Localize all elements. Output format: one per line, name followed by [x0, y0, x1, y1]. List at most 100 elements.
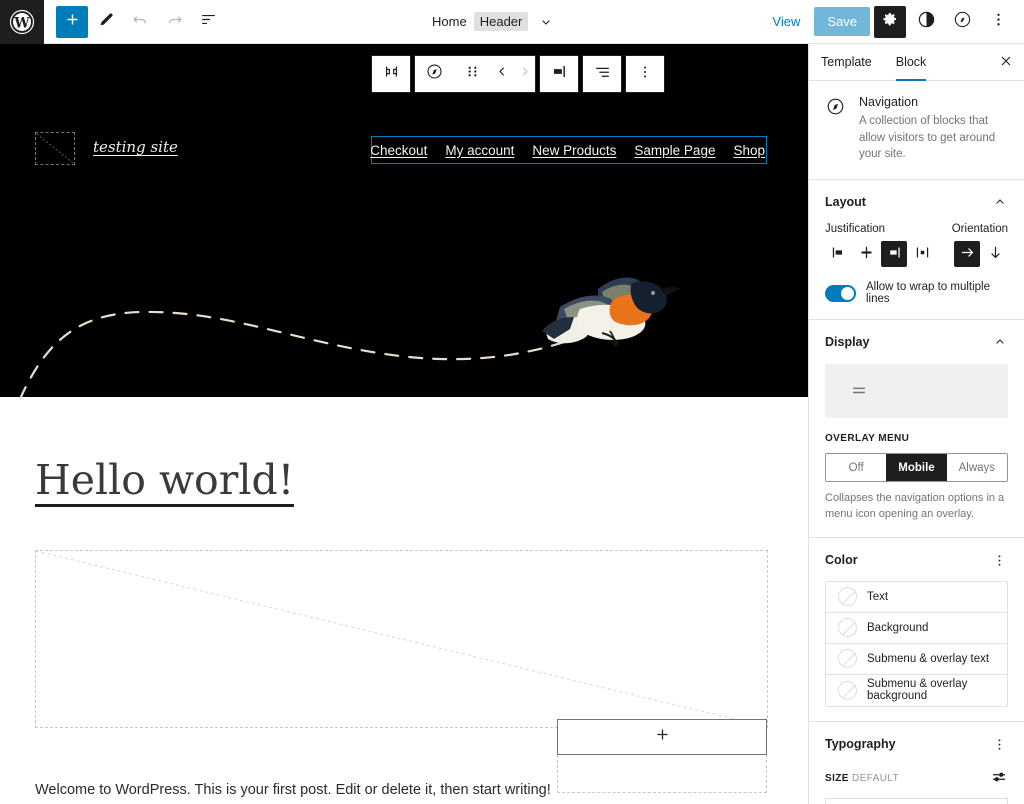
navigation-compass-icon [825, 95, 849, 163]
drag-handle-dots-icon [465, 64, 480, 84]
tools-edit-button[interactable] [90, 6, 122, 38]
header-block[interactable]: testing site Checkout My account New Pro… [0, 44, 808, 401]
overlay-menu-options: Off Mobile Always [825, 453, 1008, 483]
site-title[interactable]: testing site [93, 138, 178, 156]
settings-sidebar: Template Block Navigation A collection o… [808, 44, 1024, 804]
post-title[interactable]: Hello world! [35, 458, 295, 508]
wordpress-icon: W [9, 9, 35, 35]
display-section-header[interactable]: Display [825, 334, 1008, 350]
tab-template[interactable]: Template [809, 44, 884, 80]
block-info-card: Navigation A collection of blocks that a… [809, 81, 1024, 181]
align-text-button[interactable] [583, 56, 621, 92]
plus-icon [64, 11, 81, 33]
arrow-right-icon [959, 244, 976, 264]
size-step-1[interactable]: 1 [826, 799, 871, 804]
space-between-button[interactable] [909, 241, 935, 267]
typography-section-header: Typography [825, 736, 1008, 753]
no-color-swatch-icon [838, 680, 857, 700]
chevron-down-icon[interactable] [538, 14, 554, 30]
overlay-menu-label: OVERLAY MENU [825, 433, 910, 445]
typography-heading: Typography [825, 737, 896, 752]
justification-options [825, 241, 935, 268]
justify-left-button[interactable] [825, 241, 851, 267]
justification-label: Justification [825, 223, 886, 236]
chevron-left-icon [495, 64, 510, 84]
color-row-background[interactable]: Background [826, 613, 1007, 644]
wordpress-logo-button[interactable]: W [0, 0, 44, 44]
list-view-button[interactable] [192, 6, 224, 38]
three-dots-vertical-icon[interactable] [991, 552, 1008, 569]
breadcrumb-current[interactable]: Header [473, 12, 529, 31]
size-settings-icon[interactable] [990, 768, 1008, 789]
breadcrumb-home[interactable]: Home [432, 14, 474, 29]
more-options-button[interactable] [982, 6, 1014, 38]
overlay-option-always[interactable]: Always [946, 454, 1007, 482]
color-row-text[interactable]: Text [826, 582, 1007, 613]
color-row-label: Submenu & overlay background [867, 678, 968, 703]
space-between-icon [914, 244, 931, 264]
color-heading: Color [825, 553, 858, 568]
nav-item-my-account[interactable]: My account [445, 143, 514, 158]
nav-item-checkout[interactable]: Checkout [370, 143, 427, 158]
size-value: DEFAULT [852, 772, 900, 784]
block-type-button[interactable] [415, 56, 453, 92]
save-button[interactable]: Save [814, 7, 870, 36]
no-color-swatch-icon [838, 649, 857, 669]
nav-item-new-products[interactable]: New Products [532, 143, 616, 158]
move-left-button[interactable] [491, 56, 513, 92]
justify-right-button[interactable] [540, 56, 578, 92]
display-section: Display OVERLAY MENU Off Mobile Always C… [809, 320, 1024, 538]
gear-icon [881, 10, 899, 33]
featured-image-placeholder[interactable] [35, 550, 768, 729]
layout-section: Layout Justification Orientation Allow t… [809, 180, 1024, 321]
overlay-option-off[interactable]: Off [826, 454, 887, 482]
navigation-button[interactable] [946, 6, 978, 38]
justify-right-button[interactable] [881, 241, 907, 268]
wrap-toggle[interactable] [825, 284, 856, 302]
color-row-submenu-text[interactable]: Submenu & overlay text [826, 644, 1007, 675]
site-logo-placeholder[interactable] [35, 132, 75, 165]
redo-button[interactable] [158, 6, 190, 38]
color-row-submenu-background[interactable]: Submenu & overlay background [826, 675, 1007, 706]
chevron-up-icon[interactable] [992, 194, 1008, 210]
no-color-swatch-icon [838, 618, 857, 638]
typography-section: Typography SIZE DEFAULT 1 2 3 4 [809, 722, 1024, 804]
block-card-description: A collection of blocks that allow visito… [859, 115, 996, 161]
justify-group [539, 55, 579, 93]
hamburger-menu-icon [849, 380, 869, 403]
nav-item-sample-page[interactable]: Sample Page [634, 143, 715, 158]
align-group [582, 55, 622, 93]
block-options-button[interactable] [626, 56, 664, 92]
navigation-block[interactable]: Checkout My account New Products Sample … [370, 136, 767, 164]
layout-section-header[interactable]: Layout [825, 194, 1008, 210]
orientation-vertical-button[interactable] [982, 241, 1008, 267]
chevron-up-icon[interactable] [992, 334, 1008, 350]
undo-button[interactable] [124, 6, 156, 38]
move-right-button[interactable] [513, 56, 535, 92]
tab-block[interactable]: Block [884, 44, 939, 81]
redo-icon [165, 10, 184, 34]
size-step-2[interactable]: 2 [871, 799, 916, 804]
settings-button[interactable] [874, 5, 906, 38]
undo-icon [131, 10, 150, 34]
nav-item-shop[interactable]: Shop [733, 143, 765, 158]
close-sidebar-button[interactable] [988, 44, 1024, 80]
add-block-button[interactable] [56, 5, 88, 38]
overlay-option-mobile[interactable]: Mobile [886, 454, 947, 482]
size-step-3[interactable]: 3 [917, 799, 962, 804]
justify-center-button[interactable] [853, 241, 879, 267]
drag-handle-button[interactable] [453, 56, 491, 92]
appender-ghost-area [557, 755, 767, 793]
three-dots-vertical-icon [989, 10, 1008, 34]
header-decoration [0, 44, 808, 401]
size-step-4[interactable]: 4 [962, 799, 1007, 804]
view-link[interactable]: View [762, 8, 810, 35]
color-row-label: Submenu & overlay text [867, 652, 990, 665]
append-block-button[interactable] [557, 719, 767, 755]
block-options-group [625, 55, 665, 93]
three-dots-vertical-icon[interactable] [991, 736, 1008, 753]
select-parent-button[interactable] [372, 56, 410, 92]
orientation-label: Orientation [951, 223, 1008, 236]
styles-button[interactable] [910, 6, 942, 38]
orientation-horizontal-button[interactable] [954, 241, 980, 268]
